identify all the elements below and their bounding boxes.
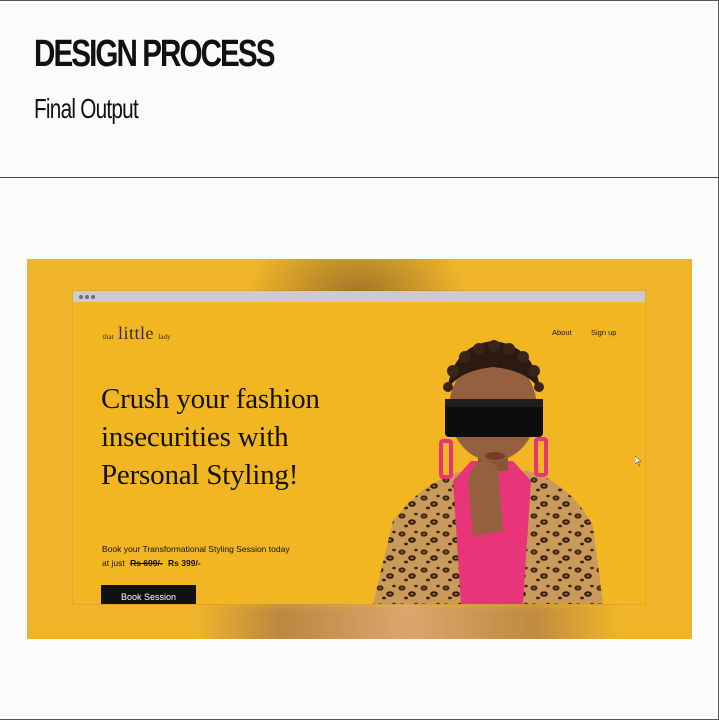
- hero-model-image: [373, 340, 603, 604]
- price-new: Rs 399/-: [168, 558, 201, 568]
- logo-suffix: lady: [158, 333, 171, 341]
- hero-title: Crush your fashion insecurities with Per…: [101, 380, 320, 494]
- mouse-cursor-icon: [635, 456, 642, 466]
- showcase-panel: that little lady About Sign up Crush you…: [27, 259, 692, 639]
- hero-price: at just Rs 699/- Rs 399/-: [102, 556, 201, 570]
- logo-prefix: that: [103, 333, 114, 341]
- hero-title-line: insecurities with: [101, 421, 289, 453]
- site-logo[interactable]: that little lady: [103, 323, 170, 344]
- background-blur-bottom: [197, 604, 617, 639]
- hero-subtitle: Book your Transformational Styling Sessi…: [102, 544, 290, 554]
- header-divider: [0, 177, 719, 178]
- hero-title-line: Personal Styling!: [101, 459, 299, 491]
- browser-mockup: that little lady About Sign up Crush you…: [73, 291, 645, 604]
- price-prefix: at just: [102, 558, 125, 568]
- slide-header: DESIGN PROCESS Final Output: [0, 0, 719, 178]
- book-session-button[interactable]: Book Session: [101, 585, 196, 604]
- price-old: Rs 699/-: [130, 558, 163, 568]
- browser-title-bar: [73, 291, 645, 302]
- slide-subtitle: Final Output: [34, 93, 139, 124]
- hero-title-line: Crush your fashion: [101, 383, 320, 415]
- logo-main: little: [117, 323, 154, 343]
- slide-title: DESIGN PROCESS: [34, 33, 275, 75]
